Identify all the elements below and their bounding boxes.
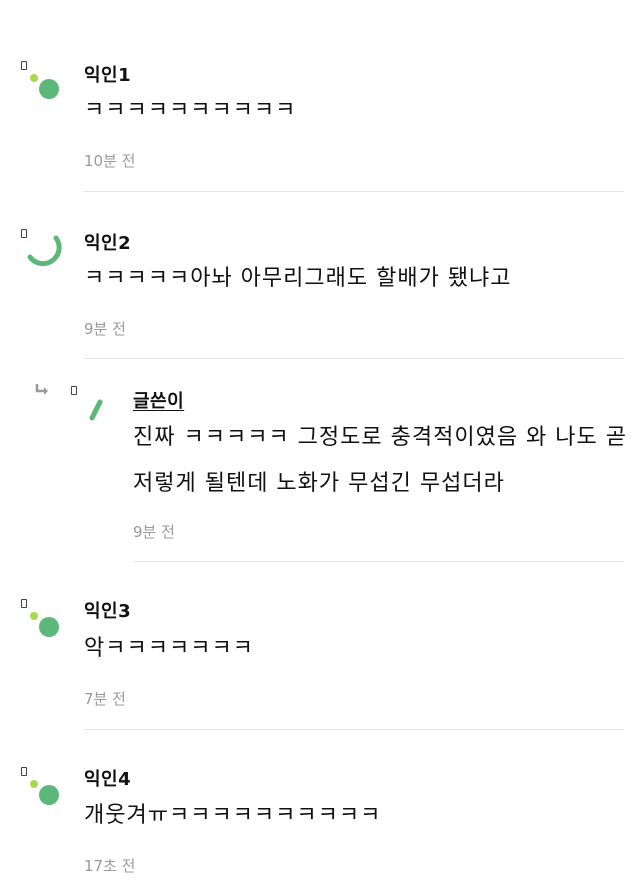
comment-time: 9분 전 bbox=[84, 320, 126, 338]
slash-avatar-icon[interactable] bbox=[80, 396, 124, 440]
comment-item: 익인3 악ㅋㅋㅋㅋㅋㅋㅋ 7분 전 bbox=[0, 564, 640, 730]
comment-time: 10분 전 bbox=[84, 152, 136, 170]
reply-arrow-icon bbox=[34, 382, 50, 402]
divider bbox=[84, 358, 624, 359]
comment-text: ㅋㅋㅋㅋㅋㅋㅋㅋㅋㅋ bbox=[84, 98, 297, 123]
reply-item: 글쓴이 진짜 ㅋㅋㅋㅋㅋ 그정도로 충격적이였음 와 나도 곧 저렇게 될텐데 … bbox=[0, 360, 640, 564]
comment-time: 9분 전 bbox=[133, 523, 175, 541]
arc-avatar-icon[interactable] bbox=[24, 228, 68, 272]
dots-avatar-icon[interactable] bbox=[24, 606, 68, 650]
comment-item: 익인2 ㅋㅋㅋㅋㅋ아놔 아무리그래도 할배가 됐냐고 9분 전 bbox=[0, 192, 640, 360]
dots-avatar-icon[interactable] bbox=[24, 68, 68, 112]
comment-author[interactable]: 글쓴이 bbox=[133, 387, 184, 413]
comment-text-line1: 진짜 ㅋㅋㅋㅋㅋ 그정도로 충격적이였음 와 나도 곧 bbox=[133, 425, 628, 450]
comment-text-line2: 저렇게 될텐데 노화가 무섭긴 무섭더라 bbox=[133, 471, 505, 496]
comment-text: ㅋㅋㅋㅋㅋ아놔 아무리그래도 할배가 됐냐고 bbox=[84, 266, 512, 291]
dots-avatar-icon[interactable] bbox=[24, 774, 68, 818]
divider bbox=[133, 561, 624, 562]
comment-author[interactable]: 익인2 bbox=[84, 229, 131, 255]
comment-text: 개웃겨ㅠㅋㅋㅋㅋㅋㅋㅋㅋㅋㅋ bbox=[84, 803, 382, 828]
comment-text: 악ㅋㅋㅋㅋㅋㅋㅋ bbox=[84, 636, 254, 661]
comment-author[interactable]: 익인3 bbox=[84, 597, 131, 623]
comment-time: 17초 전 bbox=[84, 857, 136, 875]
comment-item: 익인4 개웃겨ㅠㅋㅋㅋㅋㅋㅋㅋㅋㅋㅋ 17초 전 bbox=[0, 730, 640, 889]
comment-item: 익인1 ㅋㅋㅋㅋㅋㅋㅋㅋㅋㅋ 10분 전 bbox=[0, 0, 640, 192]
comment-time: 7분 전 bbox=[84, 690, 126, 708]
comment-author[interactable]: 익인4 bbox=[84, 765, 131, 791]
comment-author[interactable]: 익인1 bbox=[84, 61, 131, 87]
badge-icon bbox=[71, 386, 77, 395]
